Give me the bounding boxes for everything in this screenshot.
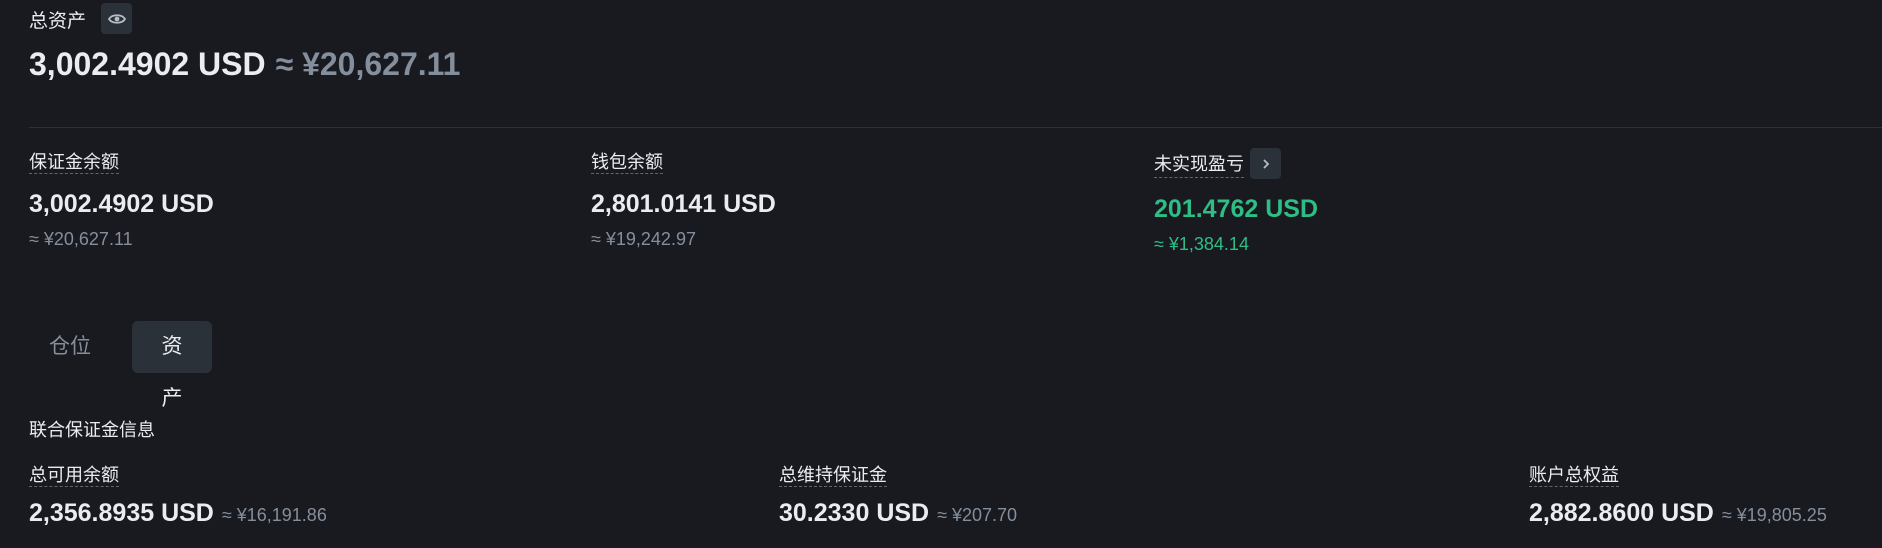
total-assets-line: 3,002.4902 USD ≈ ¥20,627.11 <box>29 46 460 83</box>
account-equity-block: 账户总权益 2,882.8600 USD ≈ ¥19,805.25 <box>1529 461 1827 528</box>
wallet-balance-value: 2,801.0141 USD <box>591 190 776 218</box>
wallet-balance-label[interactable]: 钱包余额 <box>591 152 663 174</box>
tab-assets[interactable]: 资产 <box>132 321 212 410</box>
unrealized-pnl-value: 201.4762 USD <box>1154 195 1319 223</box>
wallet-balance-block: 钱包余额 2,801.0141 USD ≈ ¥19,242.97 <box>591 148 776 250</box>
available-balance-cny: ≈ ¥16,191.86 <box>221 505 327 525</box>
maintenance-margin-block: 总维持保证金 30.2330 USD ≈ ¥207.70 <box>779 461 1017 528</box>
unrealized-pnl-label[interactable]: 未实现盈亏 <box>1154 150 1244 178</box>
available-balance-label[interactable]: 总可用余额 <box>29 465 119 487</box>
eye-icon <box>107 13 126 24</box>
tab-positions[interactable]: 仓位 <box>29 321 111 373</box>
toggle-visibility-button[interactable] <box>101 3 132 34</box>
maintenance-margin-cny: ≈ ¥207.70 <box>937 505 1018 525</box>
margin-balance-label[interactable]: 保证金余额 <box>29 152 119 174</box>
margin-balance-value: 3,002.4902 USD <box>29 190 214 218</box>
unrealized-pnl-details-button[interactable] <box>1250 148 1281 179</box>
maintenance-margin-label[interactable]: 总维持保证金 <box>779 465 887 487</box>
unrealized-pnl-block: 未实现盈亏 201.4762 USD ≈ ¥1,384.14 <box>1154 148 1318 255</box>
total-assets-value: 3,002.4902 USD <box>29 46 266 82</box>
account-equity-cny: ≈ ¥19,805.25 <box>1721 505 1827 525</box>
margin-balance-block: 保证金余额 3,002.4902 USD ≈ ¥20,627.11 <box>29 148 214 250</box>
chevron-right-icon <box>1262 158 1269 169</box>
unrealized-pnl-cny: ≈ ¥1,384.14 <box>1154 234 1249 254</box>
total-assets-cny: ≈ ¥20,627.11 <box>275 46 461 82</box>
margin-balance-cny: ≈ ¥20,627.11 <box>29 229 133 249</box>
maintenance-margin-value: 30.2330 USD <box>779 499 930 527</box>
total-assets-label: 总资产 <box>29 11 87 32</box>
account-equity-label[interactable]: 账户总权益 <box>1529 465 1619 487</box>
divider <box>29 127 1882 128</box>
available-balance-value: 2,356.8935 USD <box>29 499 214 527</box>
available-balance-block: 总可用余额 2,356.8935 USD ≈ ¥16,191.86 <box>29 461 327 528</box>
cross-margin-title: 联合保证金信息 <box>29 420 155 440</box>
wallet-balance-cny: ≈ ¥19,242.97 <box>591 229 696 249</box>
account-equity-value: 2,882.8600 USD <box>1529 499 1714 527</box>
